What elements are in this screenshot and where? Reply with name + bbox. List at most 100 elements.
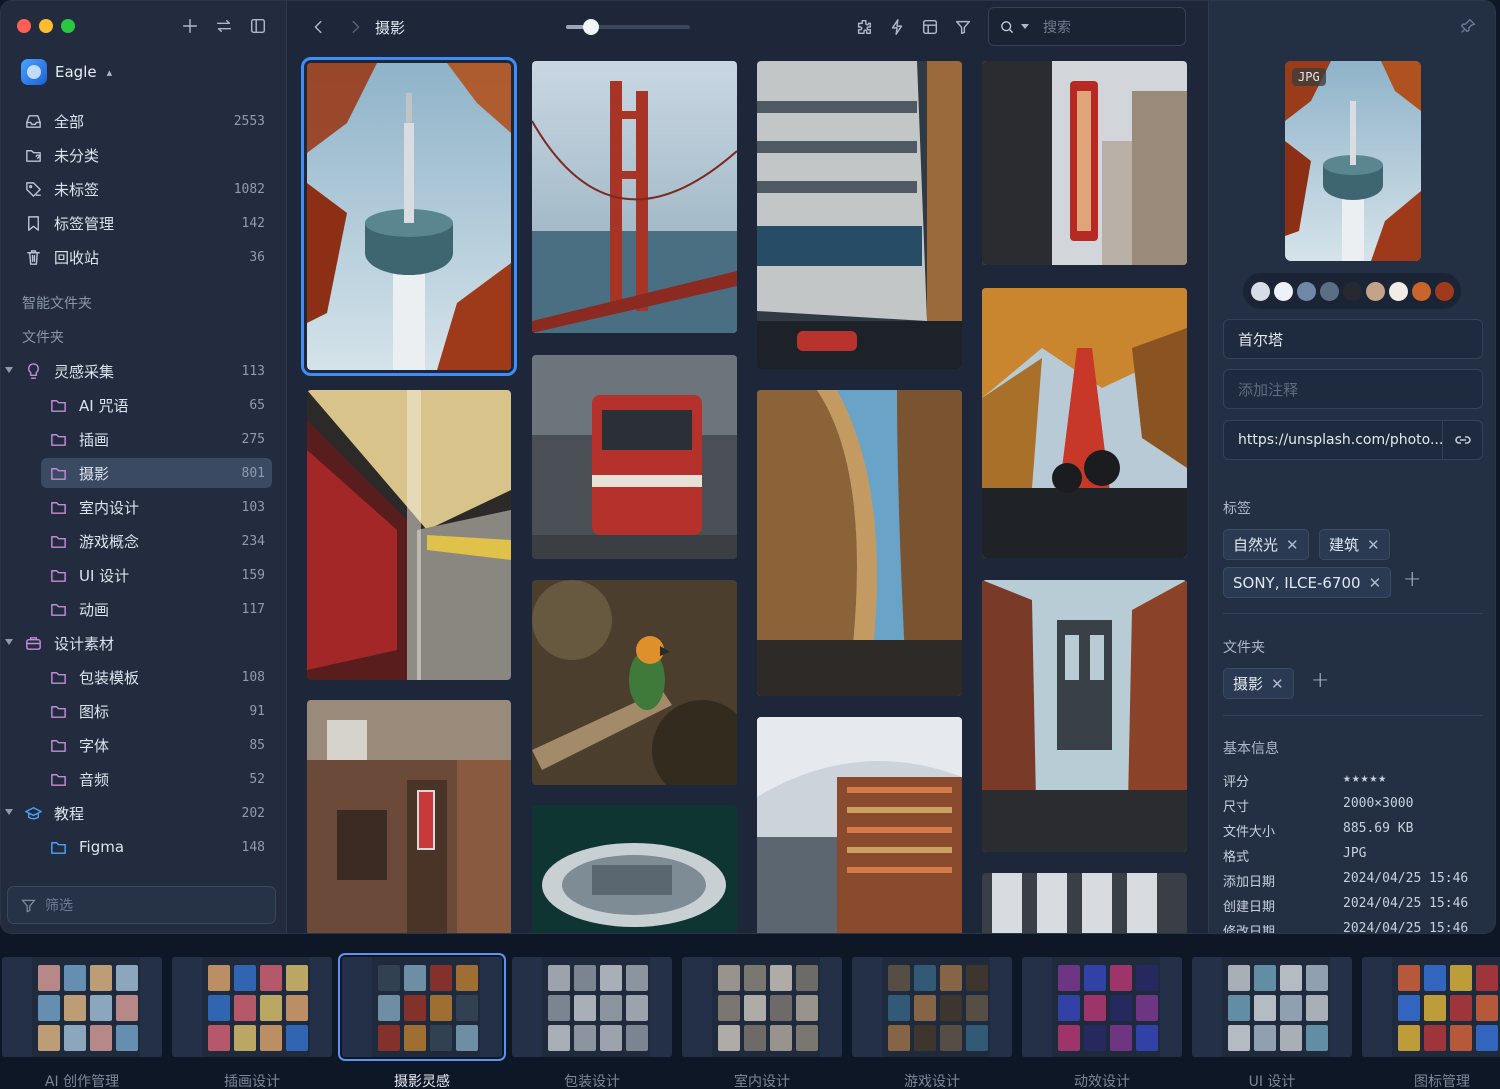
name-field[interactable]: 首尔塔 <box>1223 319 1483 359</box>
preview-image[interactable]: JPG <box>1285 61 1421 261</box>
image-thumbnail-skylight[interactable] <box>532 805 737 933</box>
slider-knob[interactable] <box>582 19 599 35</box>
workspace-item[interactable]: 摄影灵感 <box>338 953 506 1089</box>
remove-folder-icon[interactable]: ✕ <box>1271 675 1284 693</box>
palette-swatch[interactable] <box>1342 281 1362 301</box>
toggle-sidebar-icon[interactable] <box>247 15 269 37</box>
minimize-window-button[interactable] <box>39 19 53 33</box>
folder-group[interactable]: 灵感采集 113 <box>1 354 287 388</box>
folder-item[interactable]: 动画 117 <box>1 592 287 626</box>
image-thumbnail-parrot[interactable] <box>532 580 737 785</box>
image-thumbnail-chicago-sign[interactable] <box>982 61 1187 265</box>
workspace-thumbnail[interactable] <box>1022 957 1182 1057</box>
palette-swatch[interactable] <box>1296 281 1316 301</box>
folder-item[interactable]: UI 设计 159 <box>1 558 287 592</box>
expand-chevron-icon[interactable] <box>5 367 13 373</box>
workspace-thumbnail[interactable] <box>512 957 672 1057</box>
sidebar-item[interactable]: 全部 2553 <box>1 104 287 138</box>
remove-tag-icon[interactable]: ✕ <box>1367 536 1380 554</box>
image-thumbnail-subway-train[interactable] <box>307 390 511 680</box>
image-thumbnail-golden-gate[interactable] <box>532 61 737 333</box>
tag-chip[interactable]: 自然光 ✕ <box>1223 529 1309 560</box>
tag-chip[interactable]: SONY, ILCE-6700 ✕ <box>1223 567 1392 598</box>
add-tag-icon[interactable]: + <box>1403 567 1421 592</box>
layout-icon[interactable] <box>919 16 941 38</box>
workspace-item[interactable]: 室内设计 <box>682 957 842 1089</box>
note-field[interactable]: 添加注释 <box>1223 369 1483 409</box>
workspace-thumbnail[interactable] <box>2 957 162 1057</box>
open-link-button[interactable] <box>1442 421 1482 459</box>
remove-tag-icon[interactable]: ✕ <box>1286 536 1299 554</box>
workspace-item[interactable]: 游戏设计 <box>852 957 1012 1089</box>
palette-swatch[interactable] <box>1388 281 1408 301</box>
workspace-thumbnail[interactable] <box>338 953 506 1061</box>
workspace-thumbnail[interactable] <box>1362 957 1500 1057</box>
pin-icon[interactable] <box>1459 17 1477 39</box>
workspace-item[interactable]: UI 设计 <box>1192 957 1352 1089</box>
folder-item[interactable]: Figma 148 <box>1 830 287 864</box>
image-thumbnail-manhattan-bridge[interactable] <box>982 580 1187 852</box>
smart-folders-heading[interactable]: 智能文件夹 <box>1 286 287 320</box>
workspace-item[interactable]: 插画设计 <box>172 957 332 1089</box>
folder-item[interactable]: 室内设计 103 <box>1 490 287 524</box>
filter-input[interactable]: 筛选 <box>7 886 276 924</box>
search-scope-chevron-icon[interactable] <box>1021 24 1029 29</box>
back-arrow-icon[interactable] <box>308 16 330 38</box>
folder-item[interactable]: 插画 275 <box>1 422 287 456</box>
palette-swatch[interactable] <box>1411 281 1431 301</box>
library-switcher[interactable]: Eagle ▴ <box>21 59 112 85</box>
folder-chip[interactable]: 摄影 ✕ <box>1223 668 1294 699</box>
image-thumbnail-curved-building[interactable] <box>757 390 962 696</box>
image-thumbnail-city-corner[interactable] <box>757 61 962 369</box>
workspace-item[interactable]: AI 创作管理 <box>2 957 162 1089</box>
tag-chip[interactable]: 建筑 ✕ <box>1319 529 1390 560</box>
sidebar-item[interactable]: 未分类 <box>1 138 287 172</box>
image-thumbnail-seoul-tower[interactable] <box>301 57 517 376</box>
image-thumbnail-library[interactable] <box>757 717 962 933</box>
palette-swatch[interactable] <box>1365 281 1385 301</box>
search-input[interactable]: 搜索 <box>988 7 1186 46</box>
folder-item[interactable]: AI 咒语 65 <box>1 388 287 422</box>
sidebar-item[interactable]: 标签管理 142 <box>1 206 287 240</box>
rating-stars[interactable]: ★★★★★ <box>1343 771 1387 790</box>
folder-item[interactable]: 摄影 801 <box>1 456 287 490</box>
workspace-thumbnail[interactable] <box>682 957 842 1057</box>
filter-funnel-icon[interactable] <box>952 16 974 38</box>
palette-swatch[interactable] <box>1319 281 1339 301</box>
palette-swatch[interactable] <box>1250 281 1270 301</box>
lightning-icon[interactable] <box>886 16 908 38</box>
add-folder-icon[interactable]: + <box>1311 668 1329 693</box>
plugin-icon[interactable] <box>853 16 875 38</box>
workspace-item[interactable]: 动效设计 <box>1022 957 1182 1089</box>
remove-tag-icon[interactable]: ✕ <box>1369 574 1382 592</box>
image-thumbnail-tram[interactable] <box>532 355 737 559</box>
expand-chevron-icon[interactable] <box>5 809 13 815</box>
workspace-thumbnail[interactable] <box>1192 957 1352 1057</box>
image-thumbnail-tokyo-tower-autumn[interactable] <box>982 288 1187 558</box>
switch-library-icon[interactable] <box>213 15 235 37</box>
folder-item[interactable]: 包装模板 108 <box>1 660 287 694</box>
add-icon[interactable] <box>179 15 201 37</box>
sidebar-item[interactable]: 回收站 36 <box>1 240 287 274</box>
palette-swatch[interactable] <box>1434 281 1454 301</box>
folder-item[interactable]: 游戏概念 234 <box>1 524 287 558</box>
folder-item[interactable]: 字体 85 <box>1 728 287 762</box>
folder-item[interactable]: 音频 52 <box>1 762 287 796</box>
palette-swatch[interactable] <box>1273 281 1293 301</box>
folder-item[interactable]: 图标 91 <box>1 694 287 728</box>
image-thumbnail-korean-building[interactable] <box>307 700 511 933</box>
url-field[interactable]: https://unsplash.com/photo... <box>1223 420 1483 460</box>
expand-chevron-icon[interactable] <box>5 639 13 645</box>
workspace-item[interactable]: 图标管理 <box>1362 957 1500 1089</box>
folders-heading[interactable]: 文件夹 <box>1 320 287 354</box>
zoom-window-button[interactable] <box>61 19 75 33</box>
workspace-thumbnail[interactable] <box>172 957 332 1057</box>
folder-group[interactable]: 教程 202 <box>1 796 287 830</box>
workspace-thumbnail[interactable] <box>852 957 1012 1057</box>
sidebar-item[interactable]: 未标签 1082 <box>1 172 287 206</box>
folder-group[interactable]: 设计素材 <box>1 626 287 660</box>
forward-arrow-icon[interactable] <box>344 16 366 38</box>
image-thumbnail-modern-building[interactable] <box>982 873 1187 933</box>
close-window-button[interactable] <box>17 19 31 33</box>
workspace-item[interactable]: 包装设计 <box>512 957 672 1089</box>
